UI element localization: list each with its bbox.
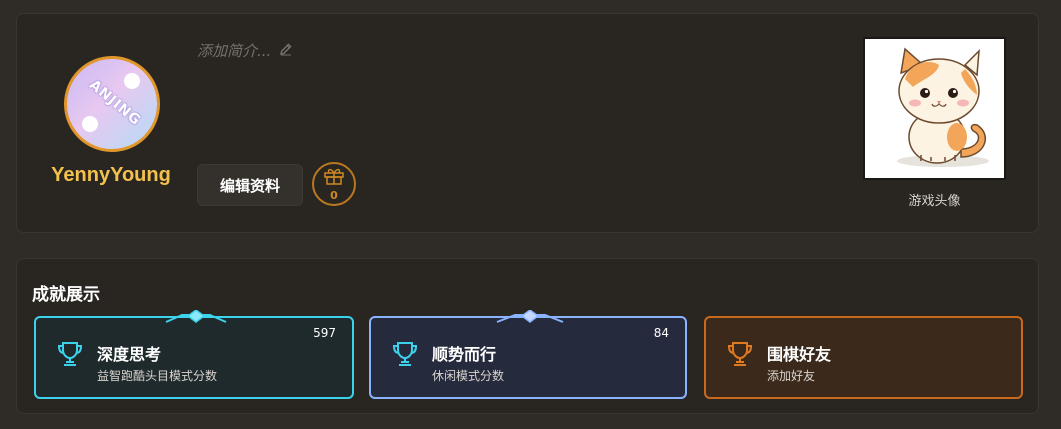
trophy-icon xyxy=(727,342,753,366)
gift-button[interactable]: 0 xyxy=(312,162,356,206)
section-title: 成就展示 xyxy=(32,285,100,305)
game-avatar-label: 游戏头像 xyxy=(908,194,961,209)
avatar-dot xyxy=(82,116,98,132)
badge-title: 深度思考 xyxy=(97,345,162,364)
profile-card: ANJING YennyYoung 添加简介... 编辑资料 0 游戏头像 xyxy=(16,13,1039,233)
achievement-badge[interactable]: 顺势而行 休闲模式分数 84 xyxy=(369,310,687,399)
badge-score: 84 xyxy=(653,326,669,340)
badge-score: 597 xyxy=(313,326,336,340)
badge-ornament xyxy=(496,310,564,323)
trophy-icon xyxy=(392,342,418,366)
badge-title: 顺势而行 xyxy=(432,345,497,364)
achievements-card: 成就展示 深度思考 益智跑酷头目模式分数 597 顺势而行 休闲模式分数 84 xyxy=(16,258,1039,414)
badge-subtitle: 休闲模式分数 xyxy=(432,369,505,383)
username: YennyYoung xyxy=(51,164,171,186)
cat-illustration xyxy=(897,47,989,167)
edit-icon[interactable] xyxy=(279,41,293,60)
trophy-icon xyxy=(57,342,83,366)
avatar[interactable]: ANJING xyxy=(64,56,160,152)
avatar-dot xyxy=(124,73,140,89)
achievement-badge[interactable]: 深度思考 益智跑酷头目模式分数 597 xyxy=(34,310,354,399)
badge-title: 围棋好友 xyxy=(767,345,832,364)
gift-icon xyxy=(323,167,345,189)
badge-subtitle: 益智跑酷头目模式分数 xyxy=(97,369,218,383)
bio-row[interactable]: 添加简介... xyxy=(197,40,293,61)
edit-profile-button[interactable]: 编辑资料 xyxy=(197,164,303,206)
gift-count: 0 xyxy=(330,188,338,202)
achievement-badge[interactable]: 围棋好友 添加好友 xyxy=(704,316,1023,399)
badge-subtitle: 添加好友 xyxy=(767,369,816,383)
badge-ornament xyxy=(165,310,227,323)
bio-placeholder[interactable]: 添加简介... xyxy=(197,40,271,61)
game-avatar[interactable] xyxy=(863,37,1006,180)
